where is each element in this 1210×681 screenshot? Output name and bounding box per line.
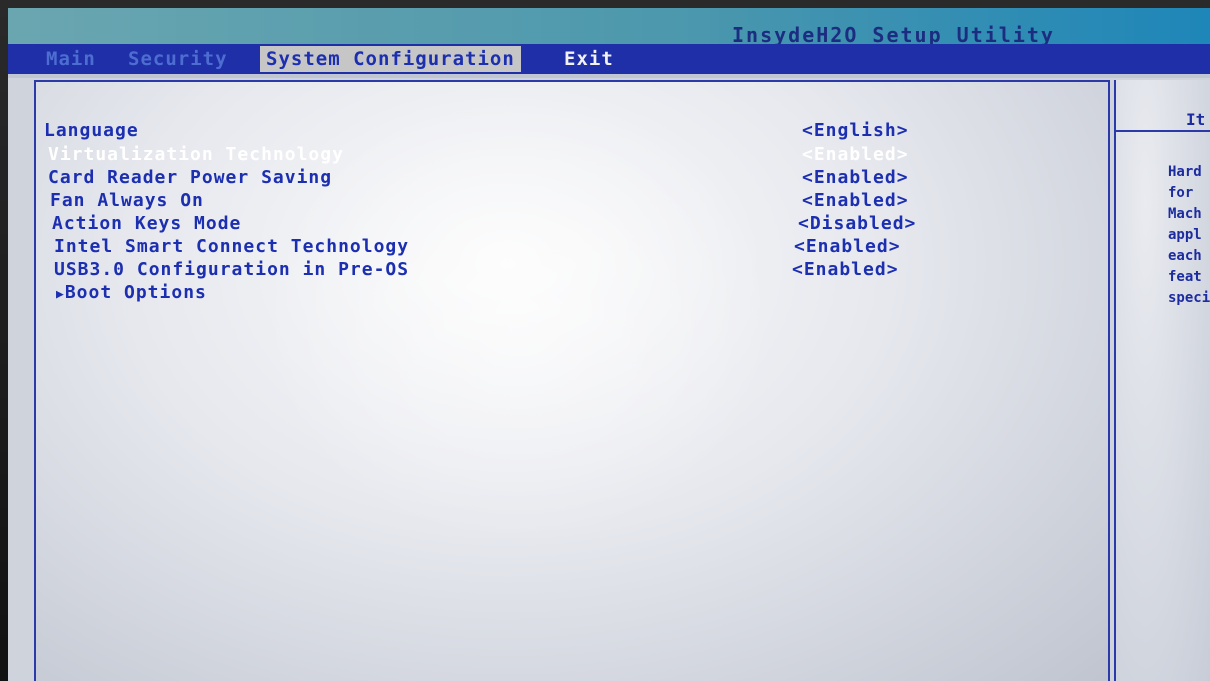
setting-label: Intel Smart Connect Technology xyxy=(54,236,410,257)
help-title: It xyxy=(1186,110,1206,129)
setting-fan-always-on[interactable]: Fan Always On <Enabled> xyxy=(50,190,1000,212)
menu-bar: Main Security System Configuration Exit xyxy=(8,44,1210,74)
help-panel: It Hard for Mach appl each feat speci xyxy=(1114,80,1210,681)
tab-exit[interactable]: Exit xyxy=(558,46,620,72)
setting-value[interactable]: <Enabled> xyxy=(802,190,909,211)
setting-boot-options[interactable]: ▶Boot Options xyxy=(56,282,1006,304)
setting-intel-smart-connect[interactable]: Intel Smart Connect Technology <Enabled> xyxy=(54,236,1004,258)
setting-label: Language xyxy=(44,120,139,141)
help-header: It xyxy=(1116,80,1210,132)
help-line: Mach xyxy=(1168,206,1202,222)
setting-label: Fan Always On xyxy=(50,190,204,211)
bios-screen: InsydeH2O Setup Utility Main Security Sy… xyxy=(8,8,1210,681)
setting-value[interactable]: <English> xyxy=(802,120,909,141)
setting-value[interactable]: <Disabled> xyxy=(798,213,916,234)
setting-action-keys-mode[interactable]: Action Keys Mode <Disabled> xyxy=(52,213,1002,235)
right-triangle-icon: ▶ xyxy=(56,287,65,302)
setting-label: ▶Boot Options xyxy=(56,282,207,303)
setting-language[interactable]: Language <English> xyxy=(44,120,994,142)
tab-main[interactable]: Main xyxy=(40,46,102,72)
boot-options-label: Boot Options xyxy=(64,282,207,303)
setting-value[interactable]: <Enabled> xyxy=(802,144,909,165)
setting-value[interactable]: <Enabled> xyxy=(802,167,909,188)
setting-label: USB3.0 Configuration in Pre-OS xyxy=(54,259,410,280)
menu-divider xyxy=(8,74,1210,78)
help-line: Hard xyxy=(1168,164,1202,180)
setting-virtualization-technology[interactable]: Virtualization Technology <Enabled> xyxy=(48,144,998,166)
tab-security[interactable]: Security xyxy=(122,46,234,72)
setting-card-reader-power-saving[interactable]: Card Reader Power Saving <Enabled> xyxy=(48,167,998,189)
setting-label: Card Reader Power Saving xyxy=(48,167,333,188)
tab-system-configuration[interactable]: System Configuration xyxy=(260,46,521,72)
help-line: for xyxy=(1168,185,1194,201)
setting-value[interactable]: <Enabled> xyxy=(792,259,899,280)
setting-usb30-configuration[interactable]: USB3.0 Configuration in Pre-OS <Enabled> xyxy=(54,259,1004,281)
title-bar: InsydeH2O Setup Utility xyxy=(8,8,1210,47)
setting-value[interactable]: <Enabled> xyxy=(794,236,901,257)
setting-label: Virtualization Technology xyxy=(48,144,344,165)
help-line: appl xyxy=(1168,227,1202,243)
setting-label: Action Keys Mode xyxy=(52,213,242,234)
help-line: speci xyxy=(1168,290,1210,306)
help-line: feat xyxy=(1168,269,1202,285)
help-line: each xyxy=(1168,248,1202,264)
